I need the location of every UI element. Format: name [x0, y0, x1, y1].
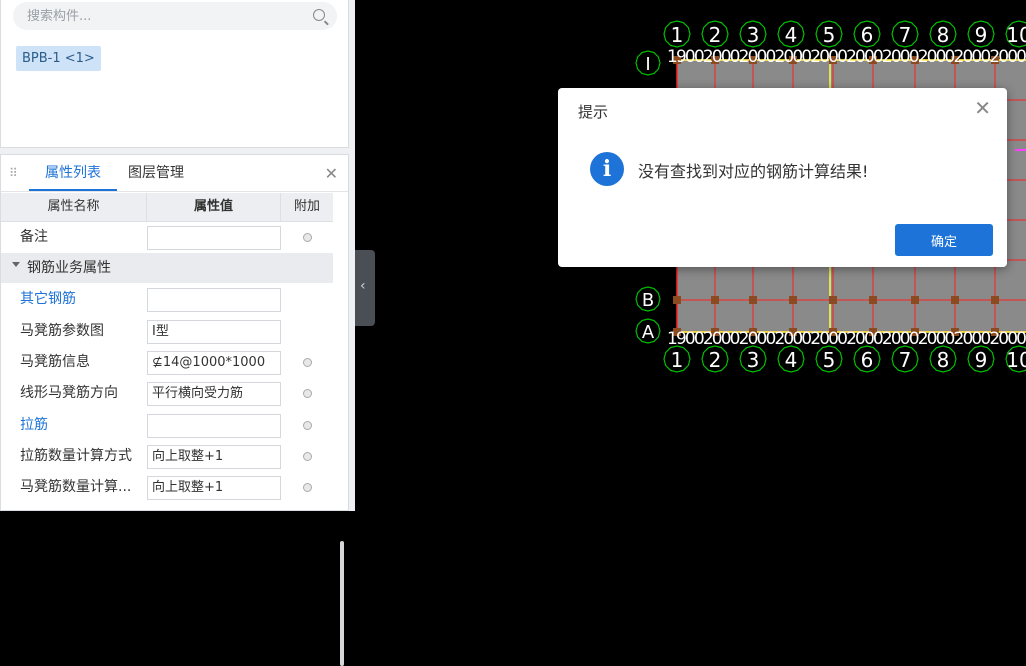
dimension-text-top: 1900200020002000200020002000200020002000 [667, 47, 1026, 67]
axis-label: 9 [975, 348, 988, 372]
axis-label: 10 [1006, 23, 1026, 47]
property-value-field[interactable]: 向上取整+1 [147, 444, 281, 469]
axis-label: 5 [823, 23, 836, 47]
search-box[interactable] [13, 2, 337, 30]
tab-layer-management[interactable]: 图层管理 [128, 155, 184, 191]
axis-label: 8 [937, 348, 950, 372]
dialog-title: 提示 [578, 103, 609, 121]
scrollbar[interactable] [340, 541, 344, 666]
column-marker [789, 296, 797, 304]
axis-label: 7 [899, 348, 912, 372]
axis-label: I [645, 54, 650, 75]
column-marker [749, 296, 757, 304]
axis-label: 3 [747, 23, 760, 47]
column-marker [951, 296, 959, 304]
property-name: 马凳筋信息 [20, 353, 90, 370]
property-tabs: ⠿ 属性列表 图层管理 ✕ [1, 155, 348, 192]
axis-label: 5 [823, 348, 836, 372]
alert-dialog: 提示 ✕ i 没有查找到对应的钢筋计算结果! 确定 [558, 88, 1007, 267]
property-name: 拉筋 [20, 416, 48, 433]
property-value-field[interactable]: 向上取整+1 [147, 476, 281, 501]
property-row: 拉筋 [1, 410, 333, 441]
extra-radio[interactable] [303, 483, 312, 493]
chevron-left-icon: ‹ [360, 278, 366, 294]
property-value-field[interactable] [147, 288, 281, 313]
axis-label: 1 [671, 23, 684, 47]
property-value-field[interactable] [147, 413, 281, 438]
property-row: 马凳筋参数图 Ⅰ型 [1, 316, 333, 347]
property-value-field[interactable]: ⊈14@1000*1000 [147, 350, 281, 375]
header-property-name: 属性名称 [1, 193, 147, 221]
property-row: 线形马凳筋方向 平行横向受力筋 [1, 378, 333, 409]
component-list-panel: BPB-1 <1> [0, 0, 349, 148]
column-marker [991, 296, 999, 304]
close-icon[interactable]: ✕ [325, 164, 338, 183]
axis-label: 1 [671, 348, 684, 372]
property-value-field[interactable] [147, 226, 281, 250]
close-icon[interactable]: ✕ [974, 98, 991, 118]
dialog-message: 没有查找到对应的钢筋计算结果! [638, 162, 869, 181]
extra-radio[interactable] [303, 233, 312, 242]
extra-radio[interactable] [303, 420, 312, 430]
extra-radio[interactable] [303, 389, 312, 399]
property-value-field[interactable]: 平行横向受力筋 [147, 382, 281, 407]
axis-label: 6 [861, 348, 874, 372]
property-value-field[interactable]: Ⅰ型 [147, 319, 281, 344]
header-extra: 附加 [293, 199, 320, 214]
extra-radio[interactable] [303, 451, 312, 461]
extra-radio[interactable] [303, 357, 312, 367]
axis-label: 4 [785, 348, 798, 372]
header-property-value: 属性值 [147, 193, 281, 221]
property-name: 马凳筋数量计算... [20, 479, 132, 496]
search-icon[interactable] [313, 9, 325, 21]
drag-handle-icon[interactable]: ⠿ [9, 166, 18, 180]
info-icon: i [590, 152, 624, 186]
axis-label: 8 [937, 23, 950, 47]
selected-component-item[interactable]: BPB-1 <1> [16, 46, 101, 71]
column-marker [869, 296, 877, 304]
axis-label: 2 [709, 348, 722, 372]
ok-button[interactable]: 确定 [895, 224, 993, 256]
property-row: 拉筋数量计算方式 向上取整+1 [1, 441, 333, 472]
tab-property-list[interactable]: 属性列表 [29, 155, 117, 191]
column-marker [911, 296, 919, 304]
left-sidebar: BPB-1 <1> ⠿ 属性列表 图层管理 ✕ 属性名称 属性值 附加 备注钢筋… [0, 0, 355, 666]
property-row: 备注 [1, 222, 333, 253]
search-input[interactable] [13, 2, 303, 30]
axis-label: 9 [975, 23, 988, 47]
column-marker [829, 296, 837, 304]
dimension-text-bottom: 1900200020002000200020002000200020002000 [667, 329, 1026, 349]
property-row: 马凳筋数量计算... 向上取整+1 [1, 472, 333, 503]
column-marker [673, 296, 681, 304]
property-panel: ⠿ 属性列表 图层管理 ✕ 属性名称 属性值 附加 备注钢筋业务属性其它钢筋马凳… [0, 154, 349, 666]
property-name: 线形马凳筋方向 [20, 385, 118, 402]
property-name: 备注 [20, 229, 48, 245]
property-row: 马凳筋信息 ⊈14@1000*1000 [1, 347, 333, 378]
group-label: 钢筋业务属性 [27, 260, 111, 277]
axis-label: 2 [709, 23, 722, 47]
axis-label: 6 [861, 23, 874, 47]
axis-label: B [642, 290, 654, 311]
property-group-header[interactable]: 钢筋业务属性 [1, 253, 333, 284]
axis-label: 3 [747, 348, 760, 372]
caret-down-icon [12, 262, 20, 268]
property-name: 马凳筋参数图 [20, 322, 104, 339]
column-marker [711, 296, 719, 304]
property-table-header: 属性名称 属性值 附加 [1, 193, 333, 222]
property-name: 其它钢筋 [20, 291, 76, 308]
property-name: 拉筋数量计算方式 [20, 447, 132, 464]
axis-label: 7 [899, 23, 912, 47]
axis-label: A [642, 322, 655, 343]
property-row: 其它钢筋 [1, 284, 333, 315]
axis-label: 4 [785, 23, 798, 47]
panel-collapse-handle[interactable]: ‹ [355, 250, 375, 326]
axis-label: 10 [1006, 348, 1026, 372]
